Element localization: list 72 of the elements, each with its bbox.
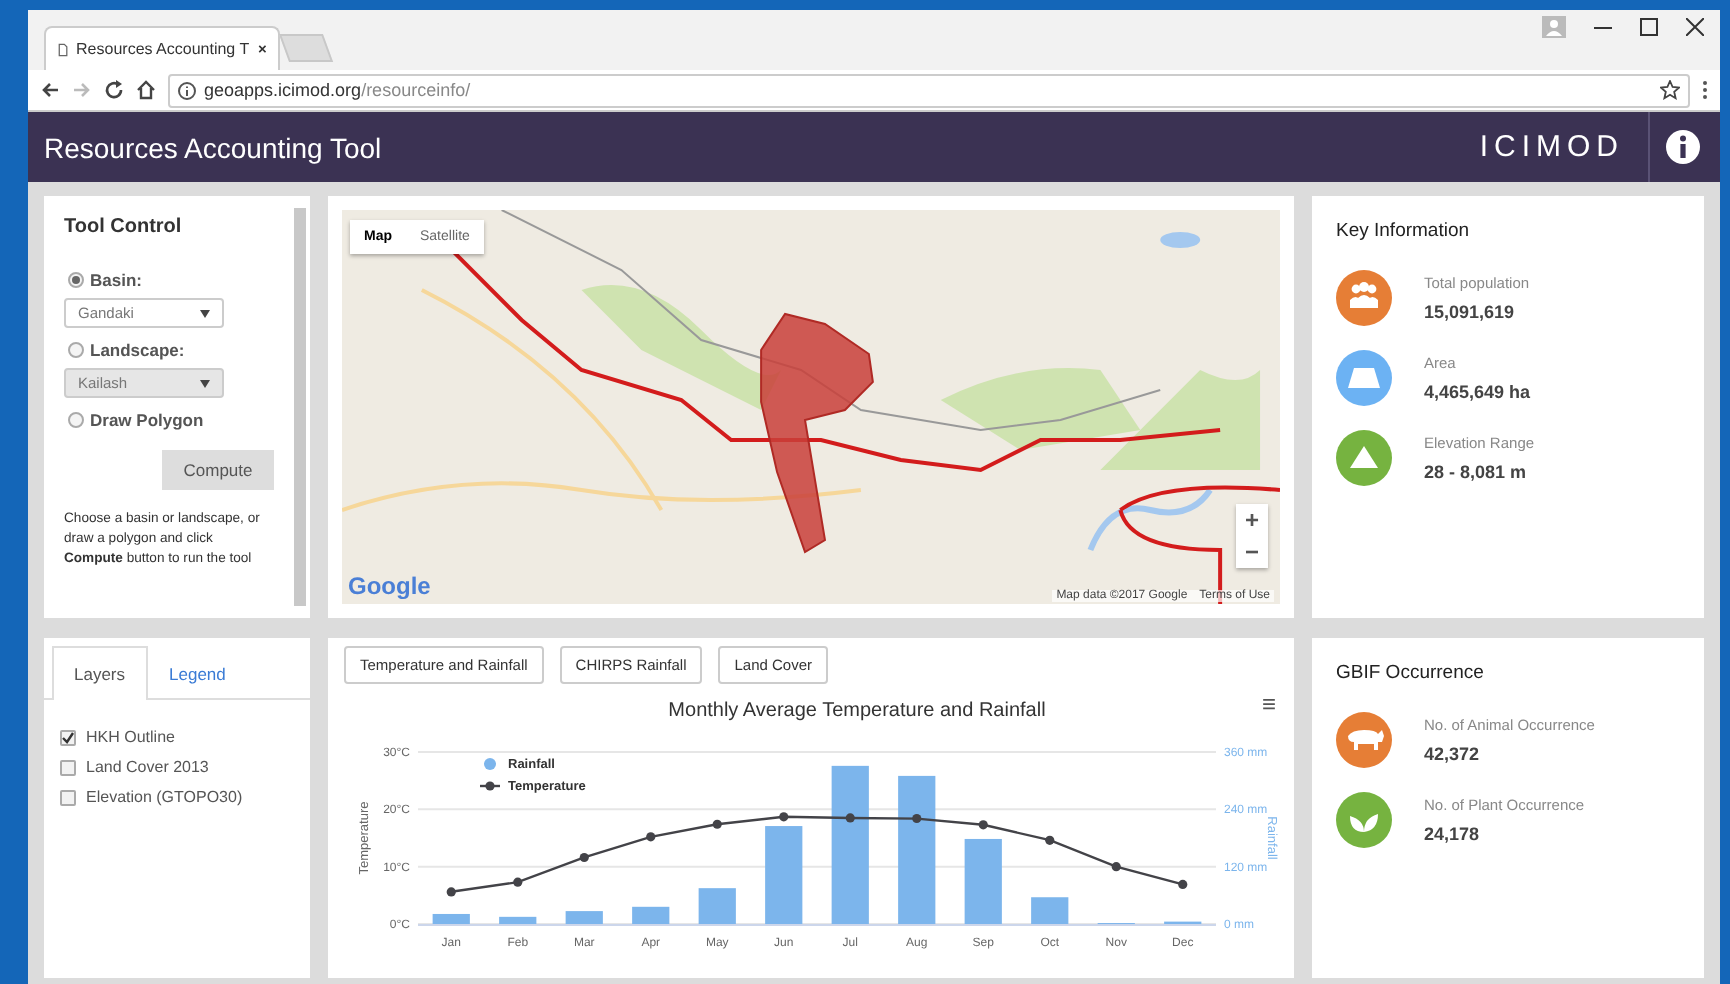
data-point [579,852,589,863]
data-point [1178,879,1188,890]
stat-value: 15,091,619 [1424,302,1517,322]
caret-icon [200,309,210,317]
rainfall-bar [499,916,537,924]
radio-button[interactable] [68,412,84,428]
stat-value: 4,465,649 ha [1424,382,1531,402]
rainfall-bar [632,906,670,924]
rainfall-bar [1031,897,1069,924]
data-point [1111,862,1121,872]
chart-title: Monthly Average Temperature and Rainfall [668,700,1046,722]
rainfall-bar [698,888,736,924]
info-icon[interactable] [1666,130,1700,164]
data-point [712,819,722,829]
checkbox[interactable] [60,789,76,805]
data-point [912,813,922,824]
zoom-control[interactable]: + − [1236,504,1268,568]
address-bar[interactable]: geoapps.icimod.org/resourceinfo/ [168,73,1690,107]
legend-marker [480,781,500,791]
zoom-out-button[interactable]: − [1236,536,1268,568]
data-point [1045,835,1055,845]
legend-marker [484,758,496,770]
radio-option[interactable]: Draw Polygon [68,410,274,430]
map-drawing[interactable] [342,210,1280,604]
data-point [513,877,523,887]
close-icon[interactable] [257,42,266,56]
more-icon[interactable] [1702,80,1708,100]
panel-title: Tool Control [64,216,184,238]
stat-value: 42,372 [1424,744,1482,764]
data-point [845,813,855,823]
stat-value: 24,178 [1424,824,1482,844]
checkbox[interactable] [60,729,76,745]
tab-title: Resources Accounting T [76,40,250,58]
star-icon[interactable] [1660,80,1680,100]
checkbox[interactable] [60,759,76,775]
layer-label: HKH Outline [86,728,175,746]
reload-icon[interactable] [104,80,124,100]
rainfall-bar [765,826,803,924]
data-point [978,820,988,830]
data-point [779,812,789,822]
rainfall-bar [432,913,470,924]
caret-icon [200,379,210,387]
zoom-in-button[interactable]: + [1236,504,1268,536]
layer-label: Elevation (GTOPO30) [86,788,243,806]
scrollbar[interactable] [294,208,306,606]
rainfall-bar [964,838,1002,924]
radio-option[interactable]: Landscape: [68,340,274,360]
page-icon [58,39,69,59]
logo-text: ICIMOD [1479,130,1626,164]
data-point [646,832,656,842]
panel-title: Key Information [1336,220,1472,242]
home-icon[interactable] [136,80,156,100]
info-icon[interactable] [178,81,196,99]
maximize-icon[interactable] [1640,18,1658,36]
map-logo: Google [348,572,431,600]
layer-label: Land Cover 2013 [86,758,209,776]
url-text: geoapps.icimod.org/resourceinfo/ [204,80,471,100]
rainfall-bar [565,911,603,924]
panel-title: GBIF Occurrence [1336,662,1486,684]
panel-tab[interactable]: Layers [52,646,148,700]
data-point [446,887,456,897]
compute-button[interactable]: Compute [162,450,274,490]
close-icon[interactable] [1686,18,1704,36]
browser-tab[interactable]: Resources Accounting T [44,26,280,70]
radio-button[interactable] [68,272,84,288]
stat-value: 28 - 8,081 m [1424,462,1529,482]
menu-button[interactable]: ≡ [1262,690,1277,718]
back-icon[interactable] [40,80,60,100]
radio-button[interactable] [68,342,84,358]
app-title: Resources Accounting Tool [44,131,384,163]
radio-option[interactable]: Basin: [68,270,274,290]
panel-tab[interactable]: Legend [147,646,248,700]
